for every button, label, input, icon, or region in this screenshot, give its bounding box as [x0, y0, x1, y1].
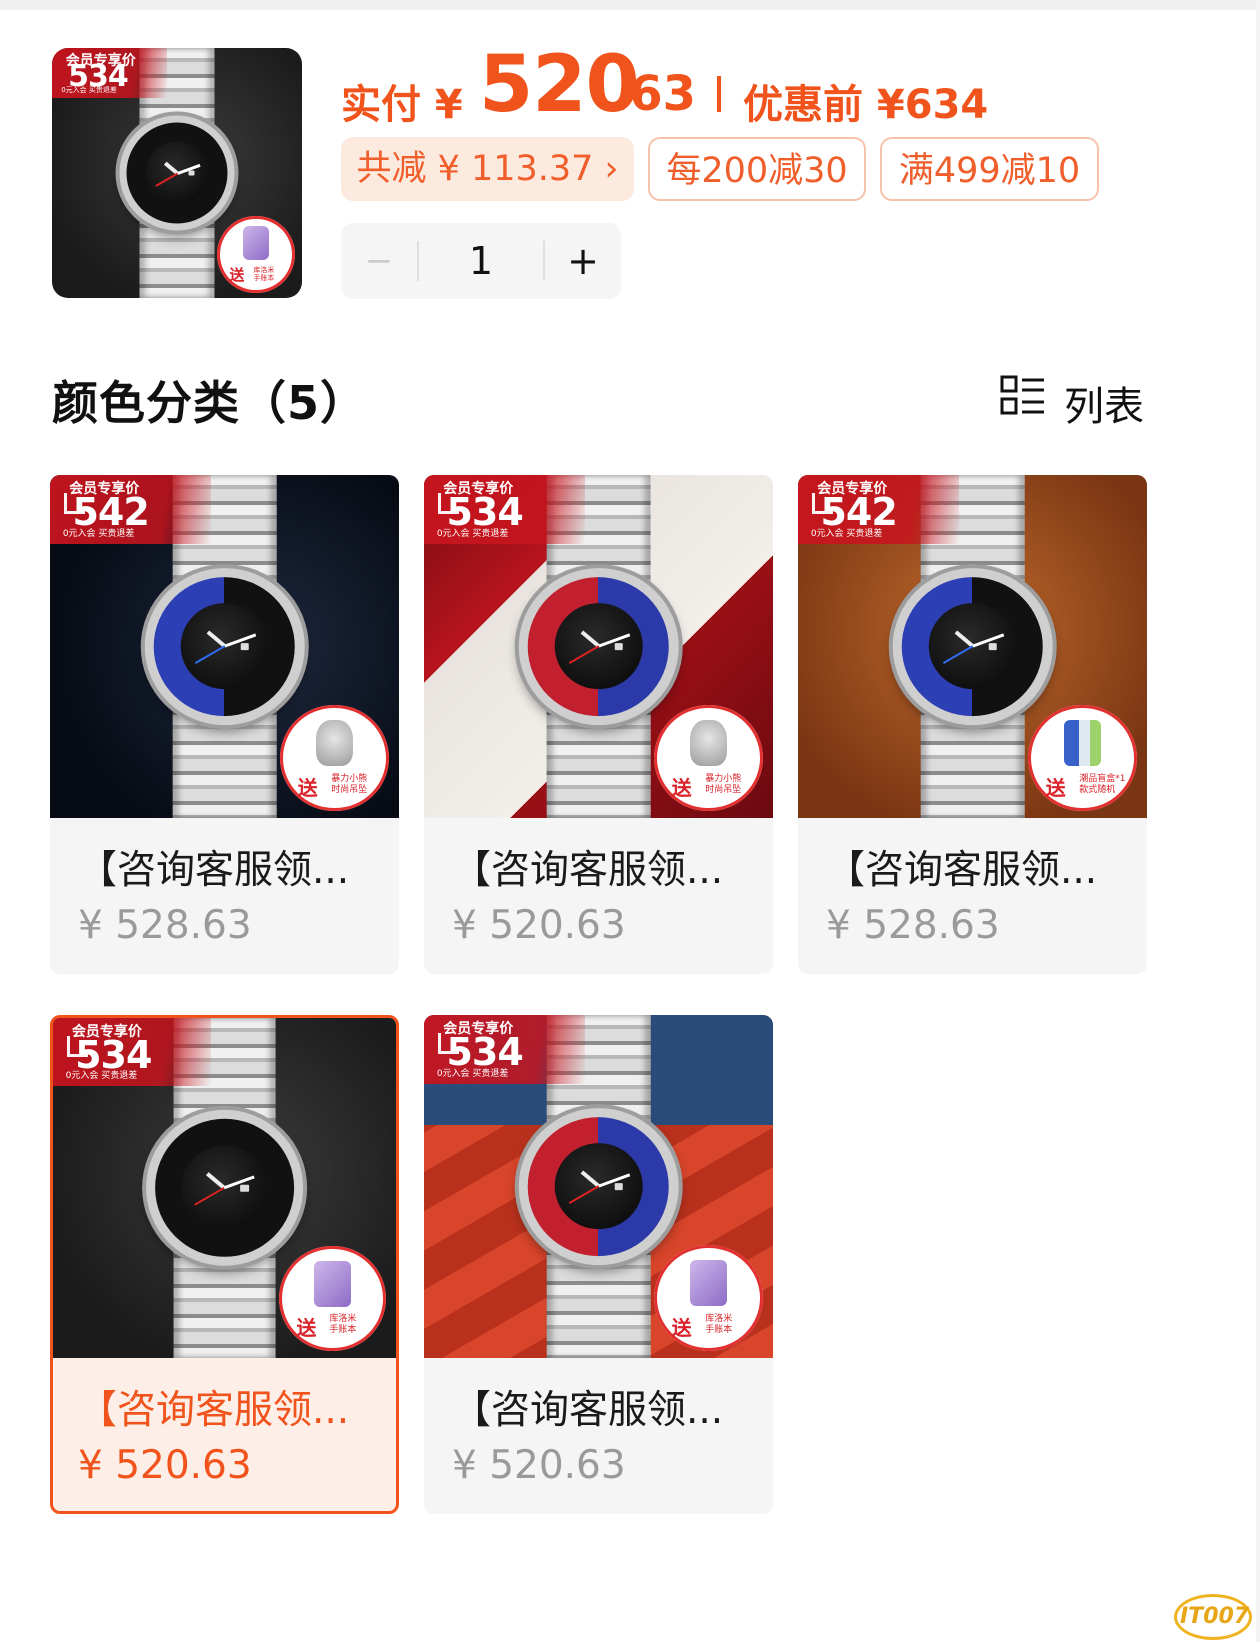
expand-icon[interactable] — [67, 1036, 88, 1057]
selected-product-thumbnail[interactable]: 会员专享价 534 0元入会 买贵退差 送 库洛米 手账本 — [52, 48, 302, 298]
sku-price: ¥ 520.63 — [452, 1443, 626, 1488]
sku-price: ¥ 528.63 — [826, 903, 1000, 948]
pay-price-decimal: .63 — [611, 66, 697, 122]
expand-icon[interactable] — [438, 1033, 459, 1054]
gift-badge: 送 库洛米 手账本 — [654, 1244, 763, 1352]
decrease-button[interactable]: − — [341, 223, 417, 299]
gift-badge: 送 暴力小熊 时尚吊坠 — [280, 704, 389, 812]
member-price-badge: 会员专享价 534 0元入会 买贵退差 — [52, 48, 167, 98]
expand-icon[interactable] — [438, 493, 459, 514]
pay-label: 实付 ¥ — [341, 82, 463, 128]
list-view-icon — [1000, 375, 1044, 415]
gift-badge: 送 库洛米 手账本 — [217, 215, 295, 293]
sku-card[interactable]: 会员专享价 534 0元入会 买贵退差 送 库洛米 手账本 【咨询客服领... … — [424, 1015, 773, 1514]
coupon-chip-499[interactable]: 满499减10 — [880, 137, 1099, 201]
watch-image: 会员专享价 534 0元入会 买贵退差 送 库洛米 手账本 — [424, 1015, 773, 1358]
quantity-stepper: − 1 + — [341, 223, 621, 299]
watch-image: 会员专享价 542 0元入会 买贵退差 送 潮品盲盒*1 款式随机 — [798, 475, 1147, 818]
sku-price: ¥ 528.63 — [78, 903, 252, 948]
watch-image: 会员专享价 534 0元入会 买贵退差 送 库洛米 手账本 — [52, 48, 302, 298]
total-discount-chip[interactable]: 共减 ¥ 113.37 › — [341, 137, 634, 201]
sku-name: 【咨询客服领... — [826, 848, 1098, 893]
sku-price: ¥ 520.63 — [78, 1443, 252, 1488]
coupon-chip-per200[interactable]: 每200减30 — [648, 137, 866, 201]
sku-name: 【咨询客服领... — [78, 1388, 350, 1433]
watch-image: 会员专享价 542 0元入会 买贵退差 送 暴力小熊 时尚吊坠 — [50, 475, 399, 818]
increase-button[interactable]: + — [545, 223, 621, 299]
watch-image: 会员专享价 534 0元入会 买贵退差 送 暴力小熊 时尚吊坠 — [424, 475, 773, 818]
watch-image: 会员专享价 534 0元入会 买贵退差 送 库洛米 手账本 — [53, 1018, 396, 1358]
sku-card-selected[interactable]: 会员专享价 534 0元入会 买贵退差 送 库洛米 手账本 【咨询客服领... … — [50, 1015, 399, 1514]
right-edge — [1256, 0, 1260, 1642]
list-view-label: 列表 — [1064, 384, 1144, 430]
expand-icon[interactable] — [64, 493, 85, 514]
gift-badge: 送 暴力小熊 时尚吊坠 — [654, 704, 763, 812]
gift-badge: 送 潮品盲盒*1 款式随机 — [1028, 704, 1137, 812]
sku-name: 【咨询客服领... — [452, 848, 724, 893]
watermark-logo: IT007 — [1174, 1594, 1254, 1640]
sku-card[interactable]: 会员专享价 542 0元入会 买贵退差 送 暴力小熊 时尚吊坠 【咨询客服领..… — [50, 475, 399, 974]
quantity-value[interactable]: 1 — [419, 223, 543, 299]
sku-name: 【咨询客服领... — [78, 848, 350, 893]
top-divider — [0, 0, 1260, 10]
sku-card[interactable]: 会员专享价 542 0元入会 买贵退差 送 潮品盲盒*1 款式随机 【咨询客服领… — [798, 475, 1147, 974]
sku-card[interactable]: 会员专享价 534 0元入会 买贵退差 送 暴力小熊 时尚吊坠 【咨询客服领..… — [424, 475, 773, 974]
gift-badge: 送 库洛米 手账本 — [279, 1245, 386, 1352]
sku-name: 【咨询客服领... — [452, 1388, 724, 1433]
original-price: 优惠前 ¥634 — [743, 82, 989, 128]
expand-icon[interactable] — [812, 493, 833, 514]
list-view-toggle[interactable]: 列表 — [1000, 372, 1150, 430]
price-separator — [717, 76, 721, 112]
sku-price: ¥ 520.63 — [452, 903, 626, 948]
color-category-title: 颜色分类（5） — [52, 376, 368, 430]
